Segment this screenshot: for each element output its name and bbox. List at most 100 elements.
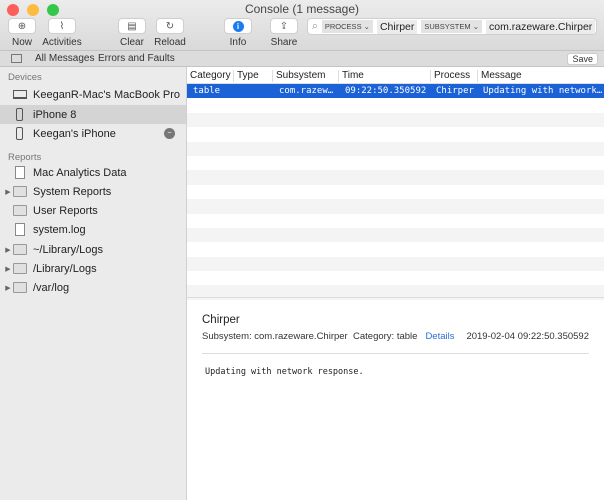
- laptop-icon: [13, 90, 27, 99]
- share-icon: ⇪: [270, 18, 298, 34]
- folder-icon: [13, 205, 27, 216]
- empty-row: [187, 214, 604, 228]
- disclosure-triangle-icon[interactable]: ▶: [3, 265, 13, 273]
- title-bar: Console (1 message) ⊕ Now ⌇ Activities ▤ Cl…: [0, 0, 604, 51]
- empty-row: [187, 112, 604, 128]
- table-header: Category Type Subsystem Time Process Mes…: [187, 67, 604, 84]
- sidebar-item-library-logs[interactable]: ▶ /Library/Logs: [0, 259, 186, 278]
- sidebar-item-system-log[interactable]: system.log: [0, 220, 186, 239]
- empty-row: [187, 227, 604, 243]
- sidebar-item-macbook[interactable]: KeeganR-Mac's MacBook Pro: [0, 85, 186, 104]
- table-row[interactable]: table com.razew… 09:22:50.350592 Chirper…: [187, 84, 604, 99]
- column-type[interactable]: Type: [233, 70, 259, 82]
- sidebar-item-label: System Reports: [33, 185, 112, 198]
- search-field[interactable]: ⌕ PROCESS ⌄ Chirper SUBSYSTEM ⌄ com.raze…: [307, 18, 597, 35]
- now-icon: ⊕: [8, 18, 36, 34]
- filter-bar: All Messages Errors and Faults Save: [0, 51, 604, 67]
- now-label: Now: [11, 37, 32, 48]
- info-icon: i: [224, 18, 252, 34]
- empty-row: [187, 256, 604, 272]
- clear-button[interactable]: ▤ Clear: [116, 18, 148, 48]
- subsystem-value[interactable]: com.razeware.Chirper: [486, 19, 596, 34]
- reload-icon: ↻: [156, 18, 184, 34]
- folder-icon: [13, 282, 27, 293]
- column-subsystem[interactable]: Subsystem: [272, 70, 325, 82]
- cell-subsystem: com.razew…: [279, 86, 334, 96]
- cell-process: Chirper: [436, 86, 474, 96]
- sidebar-item-mac-analytics[interactable]: Mac Analytics Data: [0, 163, 186, 182]
- clear-label: Clear: [120, 37, 144, 48]
- subsystem-token[interactable]: SUBSYSTEM ⌄: [421, 20, 483, 33]
- sidebar-item-label: system.log: [33, 223, 86, 236]
- sidebar-item-var-log[interactable]: ▶ /var/log: [0, 278, 186, 297]
- process-value[interactable]: Chirper: [376, 19, 418, 34]
- devices-header: Devices: [8, 72, 42, 83]
- disclosure-triangle-icon[interactable]: ▶: [3, 188, 13, 196]
- column-time[interactable]: Time: [338, 70, 364, 82]
- activities-icon: ⌇: [48, 18, 76, 34]
- reload-button[interactable]: ↻ Reload: [153, 18, 187, 48]
- folder-icon: [13, 263, 27, 274]
- empty-row: [187, 98, 604, 112]
- column-category[interactable]: Category: [187, 70, 231, 82]
- detail-message: Updating with network response.: [205, 367, 364, 377]
- detail-process: Chirper: [202, 314, 240, 326]
- process-token[interactable]: PROCESS ⌄: [321, 20, 373, 33]
- detail-pane: Chirper Subsystem: com.razeware.Chirper …: [187, 297, 604, 500]
- details-link[interactable]: Details: [425, 331, 454, 342]
- sidebar-item-label: /Library/Logs: [33, 262, 97, 275]
- column-process[interactable]: Process: [430, 70, 470, 82]
- detail-category: Category: table: [353, 331, 418, 342]
- sidebar-item-user-library-logs[interactable]: ▶ ~/Library/Logs: [0, 240, 186, 259]
- divider: [202, 353, 589, 354]
- clear-icon: ▤: [118, 18, 146, 34]
- window-title: Console (1 message): [244, 2, 360, 16]
- info-button[interactable]: i Info: [222, 18, 254, 48]
- folder-icon: [13, 244, 27, 255]
- sidebar-item-user-reports[interactable]: User Reports: [0, 201, 186, 220]
- phone-icon: [16, 108, 23, 121]
- activities-label: Activities: [42, 37, 82, 48]
- sidebar: Devices KeeganR-Mac's MacBook Pro iPhone…: [0, 67, 187, 500]
- activity-badge-icon: ~: [164, 128, 175, 139]
- empty-row: [187, 141, 604, 156]
- disclosure-triangle-icon[interactable]: ▶: [3, 284, 13, 292]
- sidebar-toggle-icon[interactable]: [11, 54, 22, 63]
- document-icon: [15, 166, 25, 179]
- search-icon: ⌕: [312, 20, 318, 32]
- empty-row: [187, 156, 604, 170]
- detail-timestamp: 2019-02-04 09:22:50.350592: [466, 331, 589, 342]
- detail-subsystem: Subsystem: com.razeware.Chirper: [202, 331, 348, 342]
- reload-label: Reload: [154, 37, 186, 48]
- errors-faults-button[interactable]: Errors and Faults: [98, 53, 175, 64]
- empty-row: [187, 199, 604, 214]
- empty-row: [187, 170, 604, 185]
- now-button[interactable]: ⊕ Now: [6, 18, 38, 48]
- empty-row: [187, 242, 604, 256]
- save-button[interactable]: Save: [567, 53, 598, 65]
- column-message[interactable]: Message: [477, 70, 522, 82]
- share-label: Share: [270, 37, 298, 48]
- activities-button[interactable]: ⌇ Activities: [42, 18, 82, 48]
- sidebar-item-label: /var/log: [33, 281, 70, 294]
- folder-icon: [13, 186, 27, 197]
- sidebar-item-label: KeeganR-Mac's MacBook Pro: [33, 88, 180, 101]
- all-messages-button[interactable]: All Messages: [35, 53, 94, 64]
- empty-row: [187, 127, 604, 141]
- phone-icon: [16, 127, 23, 140]
- sidebar-item-system-reports[interactable]: ▶ System Reports: [0, 182, 186, 201]
- sidebar-item-iphone-8[interactable]: iPhone 8: [0, 105, 186, 124]
- sidebar-item-keegans-iphone[interactable]: Keegan's iPhone ~: [0, 124, 186, 143]
- info-label: Info: [229, 37, 247, 48]
- sidebar-item-label: User Reports: [33, 204, 98, 217]
- message-table: Category Type Subsystem Time Process Mes…: [187, 67, 604, 300]
- detail-meta: Subsystem: com.razeware.Chirper Category…: [202, 331, 454, 342]
- disclosure-triangle-icon[interactable]: ▶: [3, 246, 13, 254]
- reports-header: Reports: [8, 152, 42, 163]
- sidebar-item-label: Mac Analytics Data: [33, 166, 127, 179]
- share-button[interactable]: ⇪ Share: [268, 18, 300, 48]
- sidebar-item-label: ~/Library/Logs: [33, 243, 104, 256]
- document-icon: [15, 223, 25, 236]
- cell-time: 09:22:50.350592: [345, 86, 427, 96]
- empty-row: [187, 271, 604, 285]
